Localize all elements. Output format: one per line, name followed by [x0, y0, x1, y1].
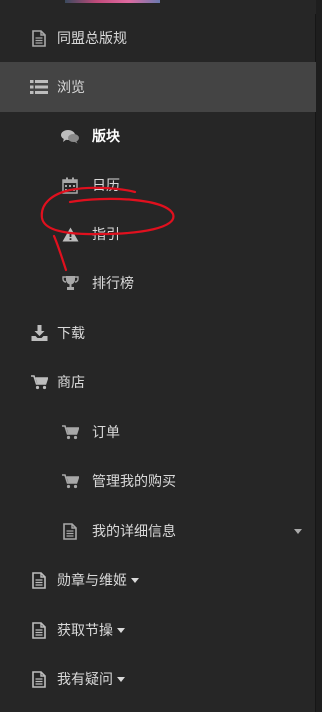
sidebar-item-label: 获取节操	[57, 623, 113, 639]
sidebar: 同盟总版规 浏览 版块 日历 指引 排行榜 下载 商店 订单 管理我的购买 我的…	[0, 0, 316, 712]
sidebar-item-forums[interactable]: 版块	[0, 112, 316, 160]
sidebar-item-my-details[interactable]: 我的详细信息	[0, 507, 316, 555]
sidebar-item-downloads[interactable]: 下载	[0, 309, 316, 357]
sidebar-item-label: 商店	[57, 375, 85, 391]
sidebar-item-label: 指引	[92, 227, 120, 243]
file-icon	[29, 570, 49, 590]
banner-image	[65, 0, 160, 3]
calendar-icon	[60, 175, 80, 195]
sidebar-item-label: 我的详细信息	[92, 524, 176, 540]
comments-icon	[60, 126, 80, 146]
sidebar-item-label: 订单	[92, 425, 120, 441]
sidebar-item-manage-purchases[interactable]: 管理我的购买	[0, 457, 316, 505]
warning-icon	[60, 224, 80, 244]
sidebar-item-label: 下载	[57, 326, 85, 342]
sidebar-item-label: 排行榜	[92, 276, 134, 292]
chevron-down-icon	[117, 627, 125, 633]
trophy-icon	[60, 273, 80, 293]
file-icon	[29, 620, 49, 640]
file-icon	[60, 521, 80, 541]
sidebar-item-medals[interactable]: 勋章与维姬	[0, 556, 316, 604]
sidebar-item-forum-rules[interactable]: 同盟总版规	[0, 14, 316, 62]
sidebar-item-label: 勋章与维姬	[57, 573, 127, 589]
sidebar-item-label: 浏览	[57, 80, 85, 96]
cart-icon	[60, 471, 80, 491]
sidebar-item-label: 我有疑问	[57, 672, 113, 688]
sidebar-item-label: 同盟总版规	[57, 31, 127, 47]
sidebar-item-browse[interactable]: 浏览	[0, 62, 316, 112]
sidebar-item-label: 版块	[92, 129, 120, 145]
file-icon	[29, 669, 49, 689]
sidebar-item-store[interactable]: 商店	[0, 358, 316, 406]
sidebar-item-leaderboard[interactable]: 排行榜	[0, 259, 316, 307]
download-icon	[29, 323, 49, 343]
chevron-down-icon	[117, 676, 125, 682]
chevron-down-icon[interactable]	[294, 529, 302, 534]
file-icon	[29, 28, 49, 48]
sidebar-item-get-points[interactable]: 获取节操	[0, 606, 316, 654]
chevron-down-icon	[131, 577, 139, 583]
sidebar-item-questions[interactable]: 我有疑问	[0, 655, 316, 703]
header-strip	[0, 0, 316, 14]
cart-icon	[29, 372, 49, 392]
list-icon	[29, 77, 49, 97]
sidebar-item-guide[interactable]: 指引	[0, 210, 316, 258]
cart-icon	[60, 422, 80, 442]
sidebar-item-label: 日历	[92, 178, 120, 194]
sidebar-item-label: 管理我的购买	[92, 474, 176, 490]
sidebar-item-calendar[interactable]: 日历	[0, 161, 316, 209]
sidebar-item-orders[interactable]: 订单	[0, 408, 316, 456]
